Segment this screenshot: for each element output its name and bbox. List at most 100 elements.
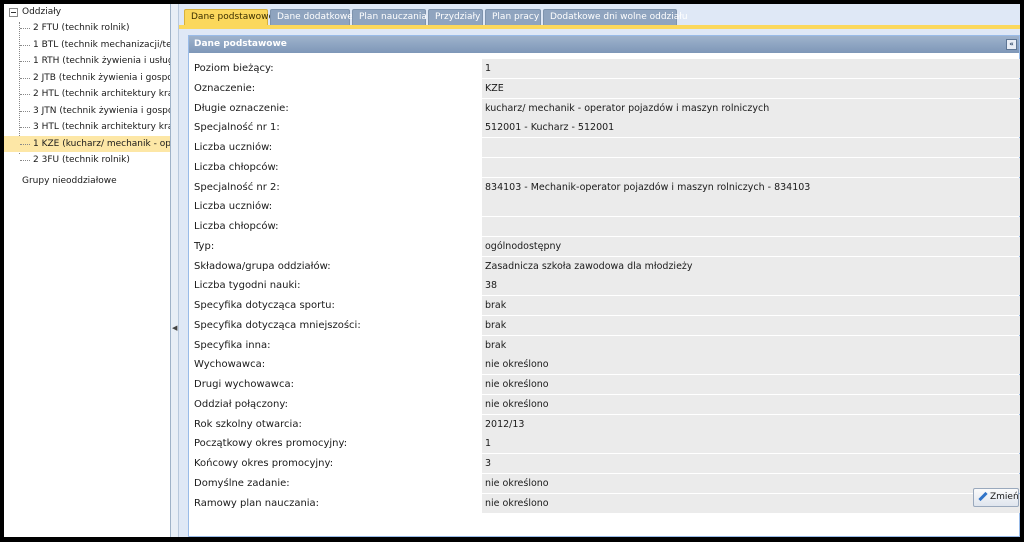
tree-line <box>20 28 30 29</box>
field-label: Długie oznaczenie: <box>194 102 289 114</box>
field-row: Liczba tygodni nauki: 38 <box>189 276 1020 296</box>
tree-item[interactable]: 3 HTL (technik architektury krajobrazu..… <box>4 119 170 135</box>
tree-line <box>20 94 30 95</box>
field-label: Składowa/grupa oddziałów: <box>194 260 331 272</box>
field-row: Liczba uczniów: <box>189 197 1020 217</box>
tree-line <box>20 44 30 46</box>
field-value: 834103 - Mechanik-operator pojazdów i ma… <box>482 177 1020 197</box>
field-row: Liczba uczniów: <box>189 138 1020 157</box>
field-row: Ramowy plan nauczania: nie określono <box>189 493 1020 513</box>
field-label: Specjalność nr 1: <box>194 122 280 134</box>
tree-line <box>20 110 30 112</box>
field-label: Domyślne zadanie: <box>194 477 290 489</box>
tab-dodatkowe-dni-wolne[interactable]: Dodatkowe dni wolne oddziału <box>543 9 688 25</box>
tree-item[interactable]: 1 RTH (technik żywienia i usług gast... <box>4 53 170 69</box>
field-value <box>482 197 1020 217</box>
field-value: 1 <box>482 434 1020 454</box>
tree-root-grupy[interactable]: Grupy nieoddziałowe <box>4 173 170 189</box>
field-row: Domyślne zadanie: nie określono <box>189 473 1020 493</box>
tree-item[interactable]: 1 KZE (kucharz/ mechanik - operator... <box>4 135 170 152</box>
tree-line <box>20 61 30 62</box>
details-panel: Dane podstawowe « Poziom bieżący: 1 Oznacz… <box>188 35 1020 537</box>
field-label: Drugi wychowawca: <box>194 379 294 390</box>
tree-item[interactable]: 2 FTU (technik rolnik) <box>4 20 170 36</box>
tree-item[interactable]: 2 HTL (technik architektury krajobrazu..… <box>4 86 170 102</box>
field-label: Rok szkolny otwarcia: <box>194 418 302 430</box>
tree-item-label: 1 RTH (technik żywienia i usług gast... <box>33 56 170 66</box>
tree-panel: Oddziały Grupy nieoddziałowe 2 FTU (tech… <box>4 4 171 537</box>
field-label: Liczba uczniów: <box>194 201 273 213</box>
tab-przydzialy[interactable]: Przydziały <box>428 9 483 25</box>
field-label: Liczba chłopców: <box>194 221 279 232</box>
field-label: Końcowy okres promocyjny: <box>194 458 334 469</box>
field-label: Liczba tygodni nauki: <box>194 280 301 292</box>
field-row: Rok szkolny otwarcia: 2012/13 <box>189 414 1020 434</box>
field-row: Liczba chłopców: <box>189 217 1020 236</box>
field-row: Specyfika dotycząca sportu: brak <box>189 296 1020 315</box>
field-value: nie określono <box>482 394 1020 414</box>
content-area: Dane podstawowe Dane dodatkowe Plan nauc… <box>179 4 1020 537</box>
field-value: 3 <box>482 454 1020 473</box>
tree-root-label: Oddziały <box>22 7 62 17</box>
field-value: nie określono <box>482 493 1020 513</box>
tab-plan-nauczania[interactable]: Plan nauczania <box>352 9 427 25</box>
field-value <box>482 138 1020 157</box>
field-label: Początkowy okres promocyjny: <box>194 438 348 450</box>
field-row: Drugi wychowawca: nie określono <box>189 375 1020 394</box>
field-row: Poziom bieżący: 1 <box>189 59 1020 78</box>
field-value: brak <box>482 335 1020 355</box>
change-button[interactable]: Zmień <box>973 488 1019 507</box>
field-label: Specyfika dotycząca sportu: <box>194 300 335 311</box>
field-value: nie określono <box>482 355 1020 375</box>
tab-dane-dodatkowe[interactable]: Dane dodatkowe <box>270 9 353 25</box>
tab-plan-pracy[interactable]: Plan pracy <box>485 9 541 25</box>
tree-item-label: 1 BTL (technik mechanizacji/technik... <box>33 39 170 50</box>
tab-dane-podstawowe[interactable]: Dane podstawowe <box>184 9 274 25</box>
field-label: Poziom bieżący: <box>194 63 274 74</box>
tree-root-oddzialy[interactable]: Oddziały <box>4 4 170 20</box>
tree-item[interactable]: 2 3FU (technik rolnik) <box>4 152 170 168</box>
field-row: Specjalność nr 1: 512001 - Kucharz - 5120… <box>189 118 1020 138</box>
tree-item[interactable]: 1 BTL (technik mechanizacji/technik... <box>4 37 170 53</box>
field-row: Oddział połączony: nie określono <box>189 394 1020 414</box>
tree-item[interactable]: 2 JTB (technik żywienia i gospodarstwa..… <box>4 70 170 86</box>
collapse-panel-icon[interactable]: « <box>1006 39 1017 50</box>
tree-line <box>20 160 30 161</box>
field-label: Ramowy plan nauczania: <box>194 497 320 509</box>
field-row: Końcowy okres promocyjny: 3 <box>189 454 1020 473</box>
field-row: Długie oznaczenie: kucharz/ mechanik - op… <box>189 98 1020 118</box>
field-value: Zasadnicza szkoła zawodowa dla młodzieży <box>482 256 1020 276</box>
panel-splitter[interactable]: ◀ <box>171 4 179 537</box>
field-label: Liczba uczniów: <box>194 142 273 153</box>
field-label: Oznaczenie: <box>194 82 256 94</box>
tree-item-label: 2 HTL (technik architektury krajobrazu..… <box>33 89 170 99</box>
field-value: nie określono <box>482 375 1020 394</box>
field-row: Typ: ogólnodostępny <box>189 236 1020 256</box>
field-label: Specyfika inna: <box>194 339 271 351</box>
field-value: nie określono <box>482 473 1020 493</box>
field-value: brak <box>482 296 1020 315</box>
field-label: Wychowawca: <box>194 359 266 371</box>
field-row: Wychowawca: nie określono <box>189 355 1020 375</box>
app-window: Oddziały Grupy nieoddziałowe 2 FTU (tech… <box>4 4 1020 537</box>
collapse-icon[interactable] <box>9 8 18 17</box>
field-row: Składowa/grupa oddziałów: Zasadnicza szko… <box>189 256 1020 276</box>
tree-root-label: Grupy nieoddziałowe <box>22 176 117 186</box>
tree-line <box>20 77 30 79</box>
field-value: kucharz/ mechanik - operator pojazdów i … <box>482 98 1020 118</box>
tree-item[interactable]: 3 JTN (technik żywienia i gospodarstwa..… <box>4 103 170 119</box>
collapse-left-icon[interactable]: ◀ <box>172 324 177 332</box>
field-row: Specjalność nr 2: 834103 - Mechanik-opera… <box>189 177 1020 197</box>
field-value: 38 <box>482 276 1020 296</box>
tree-item-label: 3 HTL (technik architektury krajobrazu..… <box>33 122 170 132</box>
change-button-label: Zmień <box>990 492 1019 502</box>
tree-item-label: 1 KZE (kucharz/ mechanik - operator... <box>33 138 170 149</box>
field-label: Liczba chłopców: <box>194 161 279 173</box>
tab-strip <box>179 25 1020 29</box>
field-label: Typ: <box>194 240 215 252</box>
field-label: Specjalność nr 2: <box>194 181 280 193</box>
field-label: Specyfika dotycząca mniejszości: <box>194 319 361 331</box>
field-value: 2012/13 <box>482 414 1020 434</box>
tree-item-label: 2 JTB (technik żywienia i gospodarstwa..… <box>33 72 170 83</box>
tree-line <box>20 143 30 145</box>
